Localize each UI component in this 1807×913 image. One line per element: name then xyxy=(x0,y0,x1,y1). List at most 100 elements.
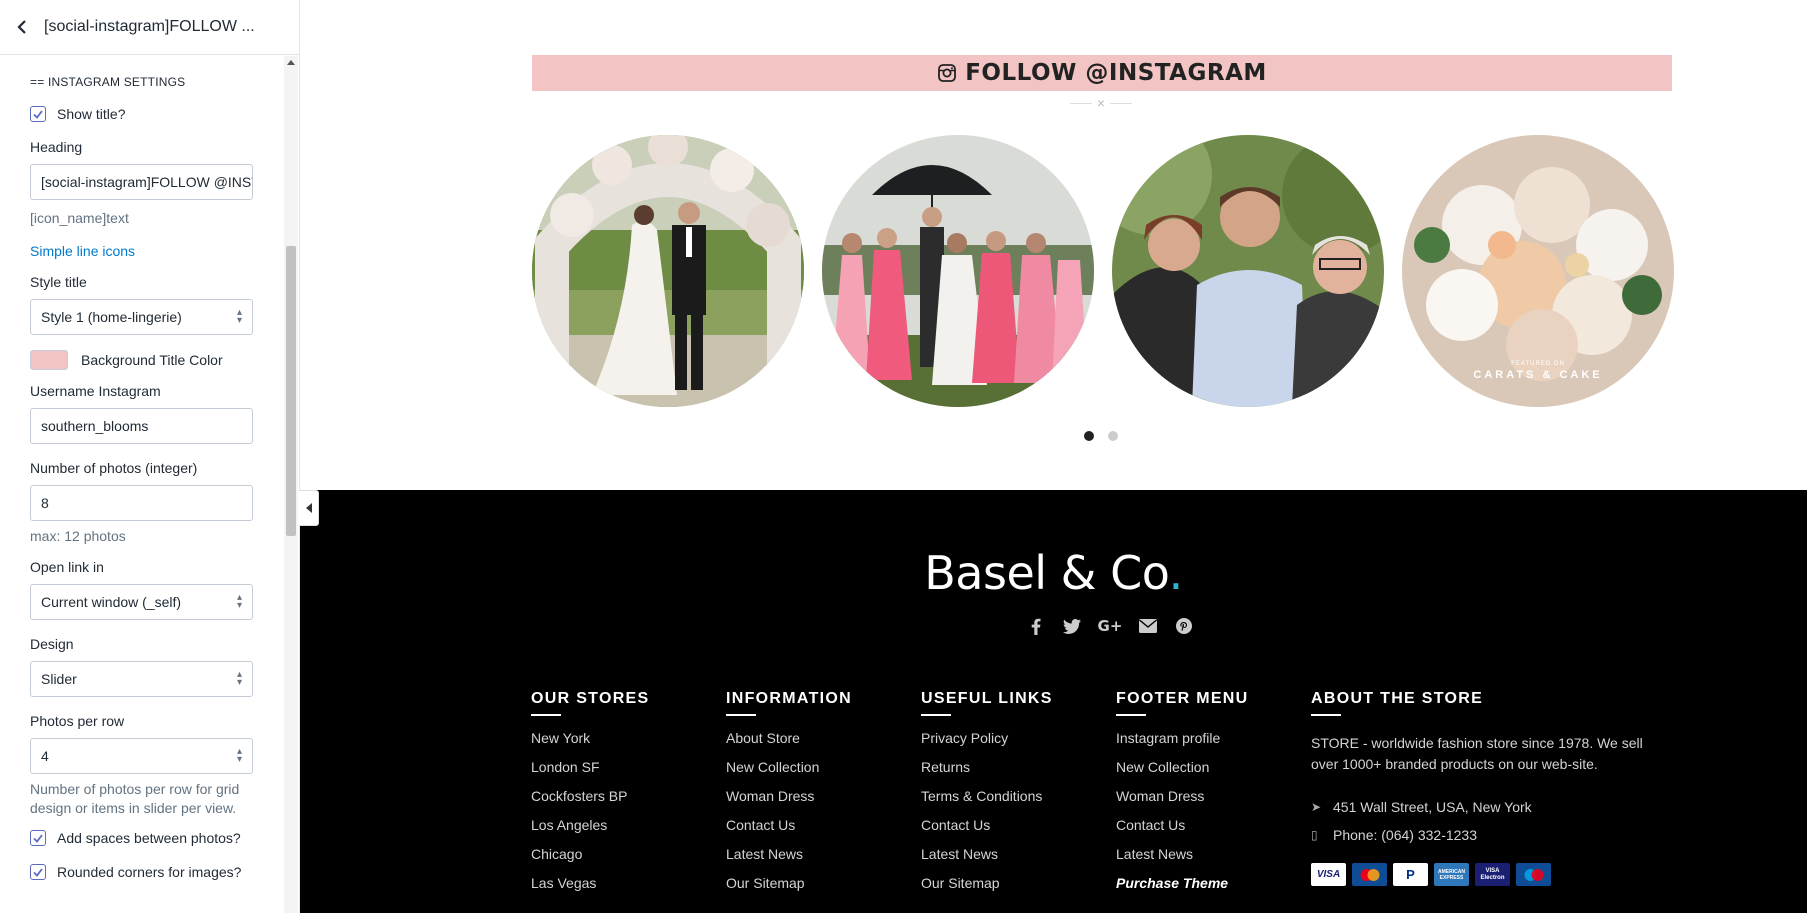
per-row-help: Number of photos per row for grid design… xyxy=(30,781,240,816)
open-link-select[interactable]: Current window (_self) ▴ ▾ xyxy=(30,584,253,620)
spaces-checkbox[interactable]: Add spaces between photos? xyxy=(30,828,255,848)
footer-link[interactable]: Woman Dress xyxy=(726,787,852,816)
per-row-select[interactable]: 4 ▴ ▾ xyxy=(30,738,253,774)
sidebar-scrollbar[interactable] xyxy=(284,56,298,913)
address-row: ➤ 451 Wall Street, USA, New York xyxy=(1311,793,1673,821)
footer-link[interactable]: Contact Us xyxy=(1116,816,1249,845)
facebook-icon[interactable] xyxy=(1025,616,1047,636)
google-plus-icon[interactable]: G+ xyxy=(1097,616,1123,636)
bg-color-picker[interactable]: Background Title Color xyxy=(30,350,255,370)
title-divider: × xyxy=(1068,96,1134,110)
slider-dot[interactable] xyxy=(1084,431,1094,441)
purchase-theme-link[interactable]: Purchase Theme xyxy=(1116,874,1249,903)
select-caret-icon: ▴ ▾ xyxy=(236,669,242,688)
style-title-label: Style title xyxy=(30,274,87,290)
caret-left-icon xyxy=(305,503,312,513)
section-title: == INSTAGRAM SETTINGS xyxy=(30,75,186,89)
collapse-sidebar-button[interactable] xyxy=(299,490,319,526)
instagram-icon xyxy=(938,64,957,82)
footer-link[interactable]: New Collection xyxy=(726,758,852,787)
scrollbar-thumb[interactable] xyxy=(286,246,296,536)
footer-link[interactable]: Los Angeles xyxy=(531,816,650,845)
checkbox-label: Show title? xyxy=(57,106,126,122)
pinterest-icon[interactable] xyxy=(1173,616,1195,636)
scroll-up-icon[interactable] xyxy=(287,60,295,65)
back-button[interactable] xyxy=(12,16,34,38)
footer-link[interactable]: About Store xyxy=(726,729,852,758)
paypal-icon: P xyxy=(1393,863,1428,886)
sidebar-form: == INSTAGRAM SETTINGS Show title? Headin… xyxy=(0,56,276,913)
style-title-value: Style 1 (home-lingerie) xyxy=(41,309,182,325)
settings-sidebar: [social-instagram]FOLLOW ... == INSTAGRA… xyxy=(0,0,300,913)
maestro-icon xyxy=(1516,863,1551,886)
footer-link[interactable]: Contact Us xyxy=(921,816,1053,845)
footer-link[interactable]: Instagram profile xyxy=(1116,729,1249,758)
footer-link[interactable]: Latest News xyxy=(921,845,1053,874)
mobile-phone-icon: ▯ xyxy=(1311,828,1318,842)
phone-row: ▯ Phone: (064) 332-1233 xyxy=(1311,821,1673,849)
slider-pagination xyxy=(1084,431,1118,441)
email-icon[interactable] xyxy=(1137,616,1159,636)
column-title: OUR STORES xyxy=(531,690,650,707)
footer-link[interactable]: Cockfosters BP xyxy=(531,787,650,816)
photos-count-input[interactable]: 8 xyxy=(30,485,253,521)
instagram-photo[interactable] xyxy=(1112,135,1384,407)
style-title-select[interactable]: Style 1 (home-lingerie) ▴ ▾ xyxy=(30,299,253,335)
sidebar-header: [social-instagram]FOLLOW ... xyxy=(0,0,299,55)
column-title: ABOUT THE STORE xyxy=(1311,690,1484,707)
social-links: G+ xyxy=(1025,616,1195,636)
per-row-label: Photos per row xyxy=(30,713,125,729)
footer-link[interactable]: New York xyxy=(531,729,650,758)
amex-card-icon: AMERICAN EXPRESS xyxy=(1434,863,1469,886)
footer-link[interactable]: Latest News xyxy=(726,845,852,874)
username-input[interactable]: southern_blooms xyxy=(30,408,253,444)
column-title: USEFUL LINKS xyxy=(921,690,1053,707)
heading-input[interactable]: [social-instagram]FOLLOW @INSTAGRAM xyxy=(30,164,253,200)
instagram-photo[interactable]: FEATURED ON CARATS & CAKE xyxy=(1402,135,1674,407)
design-value: Slider xyxy=(41,671,77,687)
checkbox-box[interactable] xyxy=(30,106,46,122)
open-link-label: Open link in xyxy=(30,559,104,575)
checkmark-icon xyxy=(33,833,43,843)
bg-color-label: Background Title Color xyxy=(81,352,223,368)
heading-label: Heading xyxy=(30,139,83,155)
rounded-checkbox[interactable]: Rounded corners for images? xyxy=(30,862,255,882)
theme-preview: FOLLOW @INSTAGRAM × FEATURED ON CARATS &… xyxy=(300,0,1807,913)
visa-card-icon: VISA xyxy=(1311,863,1346,886)
heading-help: [icon_name]text xyxy=(30,210,129,226)
footer-link[interactable]: Chicago xyxy=(531,845,650,874)
footer-link[interactable]: Las Vegas xyxy=(531,874,650,903)
show-title-checkbox[interactable]: Show title? xyxy=(30,104,255,124)
design-select[interactable]: Slider ▴ ▾ xyxy=(30,661,253,697)
footer-link[interactable]: Latest News xyxy=(1116,845,1249,874)
photo-overlay: FEATURED ON CARATS & CAKE xyxy=(1402,361,1674,381)
close-icon: × xyxy=(1096,95,1106,111)
select-caret-icon: ▴ ▾ xyxy=(236,307,242,326)
footer-link[interactable]: Our Sitemap xyxy=(921,874,1053,903)
simple-line-icons-link[interactable]: Simple line icons xyxy=(30,243,255,259)
slider-dot[interactable] xyxy=(1108,431,1118,441)
instagram-photo[interactable] xyxy=(532,135,804,407)
footer-link[interactable]: Privacy Policy xyxy=(921,729,1053,758)
column-title: FOOTER MENU xyxy=(1116,690,1249,707)
twitter-icon[interactable] xyxy=(1061,616,1083,636)
footer-link[interactable]: Our Sitemap xyxy=(726,874,852,903)
footer-link[interactable]: London SF xyxy=(531,758,650,787)
footer-link[interactable]: Contact Us xyxy=(726,816,852,845)
checkbox-box[interactable] xyxy=(30,864,46,880)
footer-link[interactable]: Terms & Conditions xyxy=(921,787,1053,816)
checkbox-label: Add spaces between photos? xyxy=(57,830,241,846)
brand-logo[interactable]: Basel & Co. xyxy=(300,546,1807,600)
photos-count-help: max: 12 photos xyxy=(30,528,126,544)
instagram-photo[interactable] xyxy=(822,135,1094,407)
footer-link[interactable]: Woman Dress xyxy=(1116,787,1249,816)
footer-link[interactable]: New Collection xyxy=(1116,758,1249,787)
color-swatch[interactable] xyxy=(30,350,68,370)
footer-link[interactable]: Returns xyxy=(921,758,1053,787)
select-caret-icon: ▴ ▾ xyxy=(236,746,242,765)
checkbox-box[interactable] xyxy=(30,830,46,846)
brand-name: Basel & Co xyxy=(924,546,1169,600)
footer-column-menu: FOOTER MENU Instagram profile New Collec… xyxy=(1116,690,1249,903)
about-text: STORE - worldwide fashion store since 19… xyxy=(1311,735,1643,772)
footer-column-about: ABOUT THE STORE STORE - worldwide fashio… xyxy=(1311,690,1673,886)
